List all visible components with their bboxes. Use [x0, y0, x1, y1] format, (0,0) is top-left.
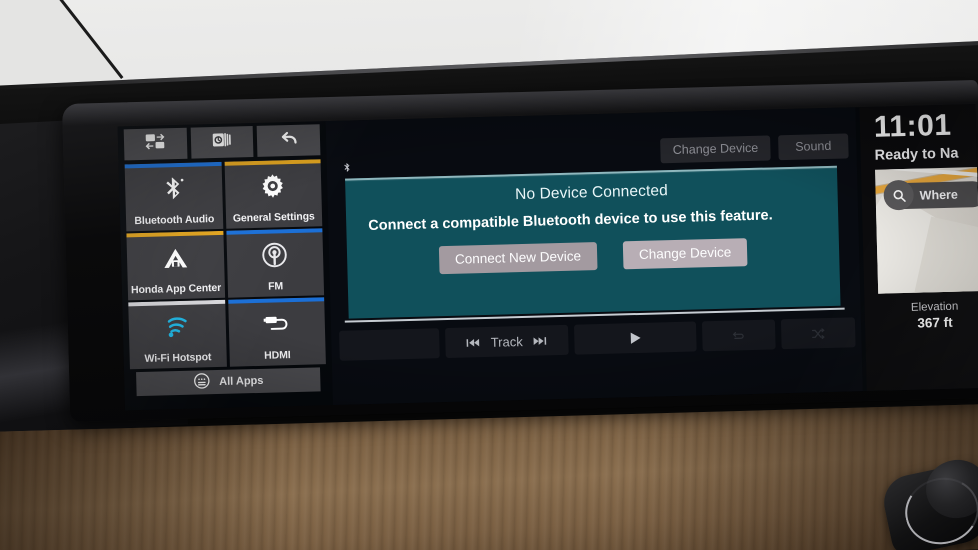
media-browse-button[interactable]	[339, 328, 440, 361]
app-tile-label: HDMI	[264, 348, 291, 362]
skip-previous-icon[interactable]	[465, 335, 482, 350]
change-device-top-button[interactable]: Change Device	[660, 135, 771, 164]
infotainment-bezel: Bluetooth Audio General Settings Honda A…	[62, 80, 978, 422]
app-tile-honda-app-center[interactable]: Honda App Center	[126, 230, 225, 301]
car-interior-scene: Bluetooth Audio General Settings Honda A…	[0, 0, 978, 550]
media-playback-controls: Track	[339, 315, 856, 362]
nav-search-placeholder: Where	[919, 187, 959, 203]
dialog-actions: Connect New Device Change Device	[347, 236, 840, 277]
no-device-dialog: No Device Connected Connect a compatible…	[345, 165, 841, 319]
bluetooth-icon	[125, 162, 223, 216]
app-tile-label: General Settings	[232, 209, 315, 225]
change-device-button[interactable]: Change Device	[622, 238, 748, 270]
infotainment-screen[interactable]: Bluetooth Audio General Settings Honda A…	[117, 104, 978, 411]
back-arrow-icon	[276, 127, 301, 155]
media-bluetooth-audio-screen: Change Device Sound No Device Connected …	[325, 107, 863, 406]
elevation-label: Elevation	[910, 300, 959, 314]
quick-button-row	[123, 124, 321, 161]
nav-search-bar[interactable]: Where	[883, 179, 978, 211]
app-tile-label: Wi-Fi Hotspot	[144, 350, 212, 365]
hdmi-plug-icon	[228, 297, 326, 351]
app-tile-general-settings[interactable]: General Settings	[224, 159, 323, 229]
connect-new-device-button[interactable]: Connect New Device	[438, 242, 598, 275]
app-launcher-panel: Bluetooth Audio General Settings Honda A…	[123, 124, 327, 408]
bluetooth-source-icon	[338, 156, 356, 178]
grid-menu-icon	[193, 372, 211, 392]
app-tile-label: Honda App Center	[130, 281, 222, 297]
wood-shade-left	[0, 423, 293, 550]
screen-brightness-icon	[210, 129, 235, 157]
app-tile-fm[interactable]: FM	[225, 228, 325, 298]
app-tile-bluetooth-audio[interactable]: Bluetooth Audio	[124, 161, 223, 232]
swap-displays-button[interactable]	[123, 127, 188, 161]
media-top-actions: Change Device Sound	[660, 133, 849, 164]
all-apps-label: All Apps	[219, 374, 264, 388]
play-icon	[625, 329, 645, 348]
search-icon[interactable]	[883, 179, 915, 211]
shuffle-button[interactable]	[781, 317, 856, 350]
swap-displays-icon	[143, 130, 168, 158]
sound-button[interactable]: Sound	[777, 133, 849, 161]
map-preview[interactable]: Where	[874, 166, 978, 294]
nav-status-text: Ready to Na	[874, 145, 959, 164]
app-tile-wifi-hotspot[interactable]: Wi-Fi Hotspot	[128, 299, 227, 370]
track-label: Track	[490, 333, 523, 350]
track-stepper[interactable]: Track	[444, 324, 569, 359]
radio-broadcast-icon	[226, 228, 324, 282]
elevation-value: 367 ft	[917, 314, 953, 331]
wifi-icon	[128, 300, 226, 354]
repeat-icon	[729, 328, 749, 344]
navigation-side-panel: 11:01 Ready to Na Where Elevation 367 ft	[859, 104, 978, 392]
back-button[interactable]	[256, 124, 321, 157]
gear-icon	[224, 159, 322, 213]
app-tile-grid: Bluetooth Audio General Settings Honda A…	[124, 159, 326, 370]
repeat-button[interactable]	[701, 319, 776, 352]
all-apps-button[interactable]: All Apps	[136, 367, 321, 397]
app-tile-label: Bluetooth Audio	[134, 212, 215, 227]
play-button[interactable]	[574, 321, 697, 355]
clock: 11:01	[873, 108, 952, 144]
honda-app-center-icon	[126, 231, 224, 286]
shuffle-icon	[808, 326, 828, 342]
app-tile-hdmi[interactable]: HDMI	[227, 297, 326, 367]
skip-next-icon[interactable]	[532, 333, 549, 348]
app-tile-label: FM	[267, 279, 284, 293]
display-settings-button[interactable]	[190, 126, 254, 159]
